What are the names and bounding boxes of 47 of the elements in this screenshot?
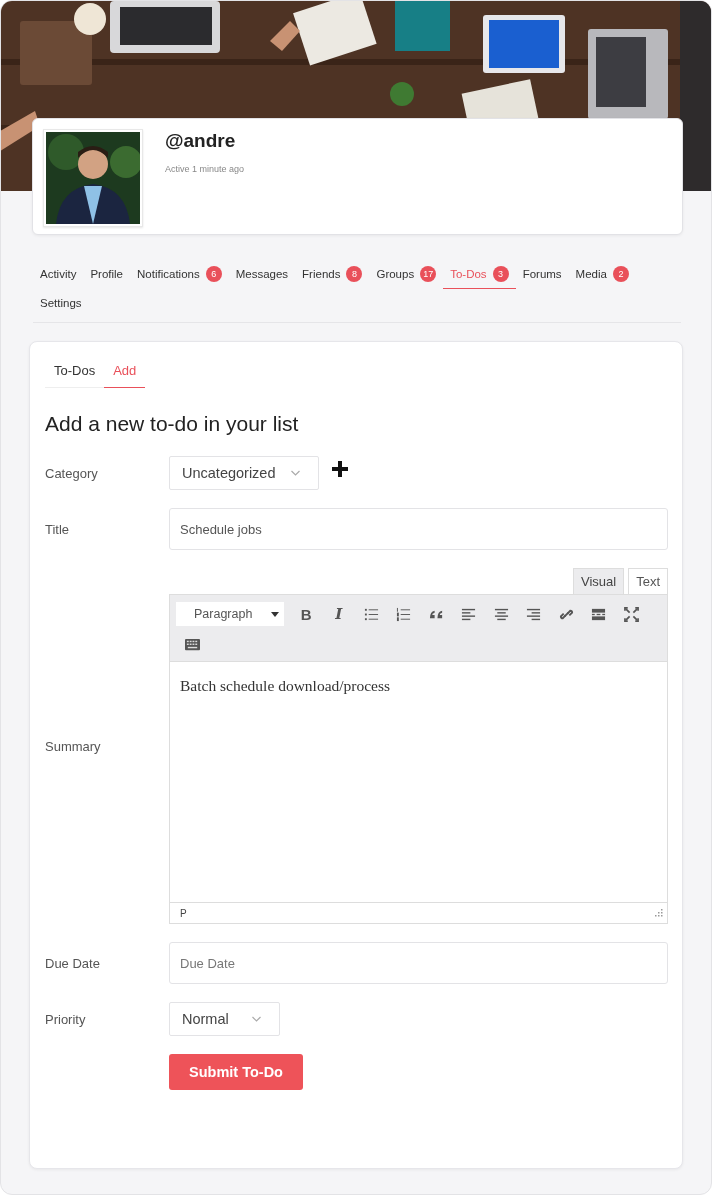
priority-select[interactable]: Normal xyxy=(169,1002,280,1036)
chevron-icon xyxy=(291,470,300,476)
count-badge: 2 xyxy=(612,266,629,282)
count-badge: 6 xyxy=(205,266,222,282)
category-select[interactable]: Uncategorized xyxy=(169,456,319,490)
align-center-icon[interactable] xyxy=(493,606,509,622)
align-left-icon[interactable] xyxy=(461,606,477,622)
due-date-field[interactable]: Due Date xyxy=(169,942,668,984)
nav-tab[interactable]: Media 2 xyxy=(568,260,636,289)
editor-tab[interactable]: Visual xyxy=(572,568,625,595)
italic-button[interactable]: I xyxy=(322,601,355,627)
field-label: Due Date xyxy=(45,955,101,971)
nav-tab[interactable]: Profile xyxy=(83,260,131,289)
field-label: Priority xyxy=(45,1011,87,1027)
chevron-icon xyxy=(252,1016,261,1022)
field-label: Category xyxy=(45,465,99,481)
nav-tab[interactable]: Messages xyxy=(228,260,296,289)
resize-handle-icon[interactable] xyxy=(655,909,663,917)
nav-tab[interactable]: To-Dos 3 xyxy=(443,260,516,289)
nav-tab[interactable]: Forums xyxy=(515,260,569,289)
sub-tab[interactable]: Add xyxy=(104,356,146,388)
nav-tab[interactable]: Settings xyxy=(33,289,89,318)
plus-icon[interactable] xyxy=(332,461,348,477)
nav-tab[interactable]: Notifications 6 xyxy=(130,260,229,289)
align-right-icon[interactable] xyxy=(526,606,542,622)
nav-tab[interactable]: Groups 17 xyxy=(369,260,444,289)
bullet-list-icon[interactable] xyxy=(363,606,379,622)
caret-icon xyxy=(271,611,279,617)
count-badge: 17 xyxy=(420,266,437,282)
bold-button[interactable]: B xyxy=(290,601,323,627)
field-label: Title xyxy=(45,521,71,537)
format-select[interactable]: Paragraph xyxy=(176,602,284,626)
nav-tab[interactable]: Friends 8 xyxy=(295,260,370,289)
title-field[interactable]: Schedule jobs xyxy=(169,508,668,550)
fullscreen-icon[interactable] xyxy=(623,606,639,622)
sub-tab[interactable]: To-Dos xyxy=(45,356,105,388)
field-label: Summary xyxy=(45,738,102,754)
keyboard-icon[interactable] xyxy=(184,636,200,652)
count-badge: 8 xyxy=(346,266,363,282)
editor-content[interactable]: Batch schedule download/process xyxy=(170,662,667,902)
count-badge: 3 xyxy=(492,266,509,282)
editor-tab[interactable]: Text xyxy=(628,568,668,595)
read-more-icon[interactable] xyxy=(591,606,607,622)
form-heading: Add a new to-do in your list xyxy=(45,412,300,436)
nav-tab[interactable]: Activity xyxy=(33,260,84,289)
element-path: P xyxy=(180,907,187,919)
numbered-list-icon[interactable] xyxy=(396,606,412,622)
